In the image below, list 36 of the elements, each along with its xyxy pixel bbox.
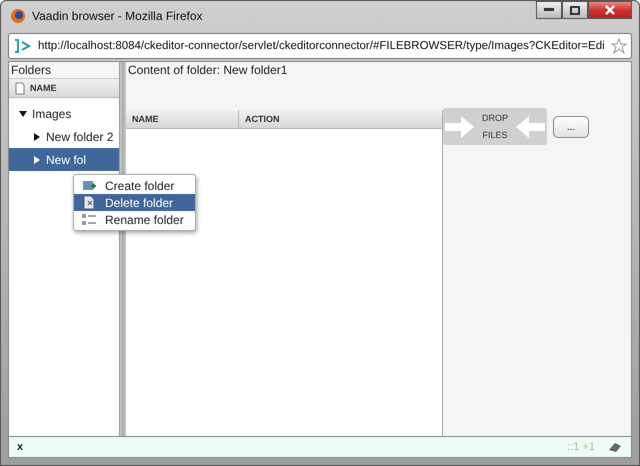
browser-logo-icon	[10, 8, 26, 24]
collapsed-arrow-icon[interactable]	[33, 132, 41, 140]
drop-label: FILES	[482, 128, 508, 142]
maximize-icon	[570, 6, 580, 14]
left-arrow-icon	[514, 114, 545, 138]
document-icon	[82, 196, 96, 209]
column-header[interactable]: NAME	[9, 78, 119, 98]
tree-item[interactable]: Images	[9, 102, 119, 125]
folder-add-icon	[82, 179, 96, 192]
window-title: Vaadin browser - Mozilla Firefox	[32, 9, 203, 23]
tree-item[interactable]: New fol	[9, 148, 119, 171]
drop-zone[interactable]: DROP FILES	[443, 108, 547, 145]
status-indicator: ::1 +1	[567, 441, 595, 453]
column-header[interactable]: ACTION	[239, 110, 280, 128]
right-arrow-icon	[445, 114, 475, 138]
minimize-icon	[544, 8, 554, 12]
drop-label: DROP	[482, 112, 508, 124]
panel-caption: Folders	[9, 62, 119, 78]
close-icon	[605, 5, 615, 15]
address-bar[interactable]: http://localhost:8084/ckeditor-connector/servlet/ckeditorconnector/#FILEBROWSER/type/Images?CKEditor=Edi	[8, 33, 632, 59]
star-icon[interactable]	[611, 38, 627, 54]
close-button[interactable]	[588, 1, 632, 19]
minimize-button[interactable]	[536, 1, 562, 19]
expanded-arrow-icon[interactable]	[19, 110, 27, 118]
menu-item[interactable]: Delete folder	[74, 194, 195, 211]
menu-item[interactable]: Rename folder	[74, 211, 195, 228]
menu-item[interactable]: Create folder	[74, 177, 195, 194]
maximize-button[interactable]	[562, 1, 588, 19]
tree-item[interactable]: New folder 2	[9, 125, 119, 148]
content-caption: Content of folder: New folder1	[127, 62, 288, 79]
site-icon	[13, 38, 33, 54]
column-header[interactable]: NAME	[126, 110, 239, 128]
page-icon	[15, 82, 25, 94]
close-button[interactable]: x	[17, 441, 24, 453]
list-icon	[82, 213, 96, 226]
browse-button[interactable]: ...	[553, 116, 589, 138]
